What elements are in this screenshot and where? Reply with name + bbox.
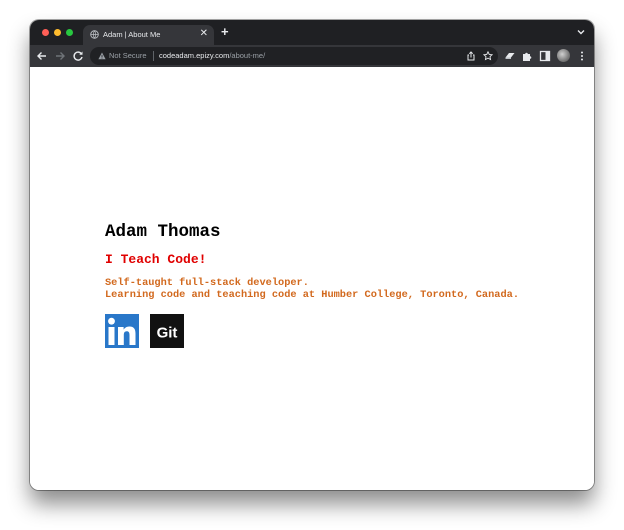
linkedin-icon — [105, 314, 139, 348]
tab-strip: Adam | About Me ✕ + — [30, 20, 594, 45]
tab-active[interactable]: Adam | About Me ✕ — [83, 25, 214, 45]
back-button[interactable] — [34, 48, 50, 64]
reload-button[interactable] — [70, 48, 86, 64]
reload-icon — [73, 51, 83, 61]
social-links: Git — [105, 314, 519, 348]
warning-icon[interactable] — [98, 52, 106, 60]
about-section: Adam Thomas I Teach Code! Self-taught fu… — [105, 222, 519, 348]
maximize-window-button[interactable] — [66, 29, 73, 36]
extension-icon[interactable] — [504, 50, 516, 62]
share-icon[interactable] — [466, 51, 476, 61]
url-text[interactable]: codeadam.epizy.com/about-me/ — [159, 50, 265, 62]
globe-icon — [90, 30, 99, 39]
forward-button[interactable] — [52, 48, 68, 64]
tab-title: Adam | About Me — [103, 30, 161, 39]
tagline: I Teach Code! — [105, 252, 207, 267]
chevron-down-icon[interactable] — [577, 28, 585, 36]
puzzle-icon[interactable] — [521, 50, 533, 62]
page-content: Adam Thomas I Teach Code! Self-taught fu… — [30, 67, 594, 490]
back-arrow-icon — [37, 52, 46, 60]
kebab-menu-icon[interactable] — [576, 50, 588, 62]
url-host: codeadam.epizy.com — [159, 51, 230, 60]
description: Self-taught full-stack developer. Learni… — [105, 277, 519, 301]
address-bar[interactable]: Not Secure codeadam.epizy.com/about-me/ — [90, 47, 498, 65]
address-divider — [153, 51, 154, 61]
description-line: Self-taught full-stack developer. — [105, 277, 309, 289]
git-icon: Git — [150, 314, 184, 348]
profile-avatar[interactable] — [557, 49, 570, 62]
close-window-button[interactable] — [42, 29, 49, 36]
page-title: Adam Thomas — [105, 222, 221, 242]
star-icon[interactable] — [483, 51, 493, 61]
security-status[interactable]: Not Secure — [109, 50, 147, 62]
linkedin-link[interactable] — [105, 314, 139, 348]
git-icon-label: Git — [157, 325, 178, 342]
github-link[interactable]: Git — [150, 314, 184, 348]
minimize-window-button[interactable] — [54, 29, 61, 36]
browser-toolbar: Not Secure codeadam.epizy.com/about-me/ — [30, 45, 594, 67]
forward-arrow-icon — [56, 52, 65, 60]
browser-window: Adam | About Me ✕ + Not Secure codeadam.… — [30, 20, 594, 490]
description-line: Learning code and teaching code at Humbe… — [105, 289, 520, 301]
tab-close-icon[interactable]: ✕ — [200, 28, 208, 40]
url-path: /about-me/ — [229, 51, 266, 60]
side-panel-icon[interactable] — [539, 50, 551, 62]
new-tab-button[interactable]: + — [221, 25, 229, 39]
